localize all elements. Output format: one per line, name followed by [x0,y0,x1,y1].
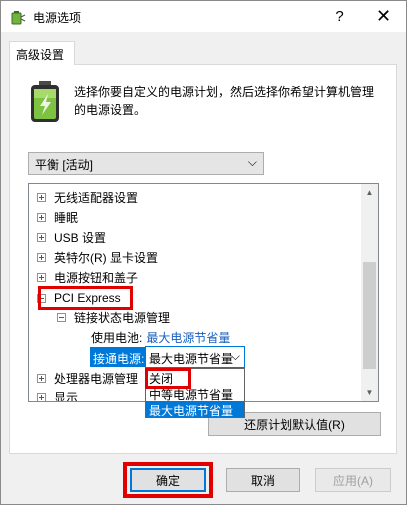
close-button[interactable]: ✕ [361,1,406,32]
battery-plug-icon [11,11,26,25]
dropdown-option-maximum[interactable]: 最大电源节省量 [146,401,244,418]
chevron-down-icon: ⌵ [247,155,257,169]
tree-item-label: 睡眠 [54,210,79,225]
collapse-minus-icon[interactable] [57,312,66,322]
expand-plus-icon[interactable] [37,272,46,282]
tree-item-label: USB 设置 [54,230,107,245]
power-options-window: 电源选项 ? ✕ 高级设置 选择你要自定义的电源计划，然后选择你希望计算机管理的… [0,0,407,505]
apply-button[interactable]: 应用(A) [315,468,391,492]
on-battery-label: 使用电池: [91,330,143,345]
scroll-down-arrow-icon[interactable]: ▼ [361,384,378,401]
power-plan-select[interactable]: 平衡 [活动] ⌵ [28,152,264,175]
expand-plus-icon[interactable] [37,212,46,222]
ok-button-highlight [123,462,213,498]
scroll-up-arrow-icon[interactable]: ▲ [361,184,378,201]
tree-item-label: 显示 [54,390,79,402]
tree-item-label: 英特尔(R) 显卡设置 [54,250,158,265]
expand-plus-icon[interactable] [37,232,46,242]
title-bar[interactable]: 电源选项 ? ✕ [1,1,406,32]
battery-icon [31,81,59,122]
expand-plus-icon[interactable] [37,252,46,262]
description-text: 选择你要自定义的电源计划，然后选择你希望计算机管理的电源设置。 [74,85,375,117]
chevron-down-icon: ⌵ [230,349,240,363]
tree-item-display[interactable]: 显示 [37,387,79,402]
tree-item-sleep[interactable]: 睡眠 [37,207,78,227]
tree-item-power-buttons[interactable]: 电源按钮和盖子 [37,267,138,287]
tree-item-processor-power[interactable]: 处理器电源管理 [37,368,138,388]
pci-express-highlight [38,286,133,310]
on-battery-value-link[interactable]: 最大电源节省量 [146,329,230,346]
help-button[interactable]: ? [317,1,362,32]
cancel-button[interactable]: 取消 [226,468,300,492]
tree-item-on-battery[interactable]: 使用电池: 最大电源节省量 [91,327,230,347]
plugged-in-label: 接通电源: [90,347,145,367]
tree-item-label: 链接状态电源管理 [74,310,171,325]
tree-item-wireless-adapter[interactable]: 无线适配器设置 [37,187,138,207]
scrollbar-thumb[interactable] [363,262,376,369]
power-plan-value: 平衡 [活动] [35,158,94,172]
off-option-highlight [145,368,191,389]
tree-item-label: 无线适配器设置 [54,190,139,205]
expand-plus-icon[interactable] [37,392,46,401]
tree-item-intel-graphics[interactable]: 英特尔(R) 显卡设置 [37,247,158,267]
tree-scrollbar[interactable]: ▲ ▼ [361,184,378,401]
tree-item-label: 电源按钮和盖子 [54,270,139,285]
window-title: 电源选项 [33,11,82,25]
plugged-in-select-value: 最大电源节省量 [149,352,234,366]
tree-item-link-state-power[interactable]: 链接状态电源管理 [57,307,170,327]
plugged-in-select[interactable]: 最大电源节省量 ⌵ [145,346,245,368]
tree-item-label: 处理器电源管理 [54,371,139,386]
expand-plus-icon[interactable] [37,373,46,383]
expand-plus-icon[interactable] [37,192,46,202]
tab-advanced-settings[interactable]: 高级设置 [9,41,75,65]
tree-item-usb[interactable]: USB 设置 [37,227,106,247]
